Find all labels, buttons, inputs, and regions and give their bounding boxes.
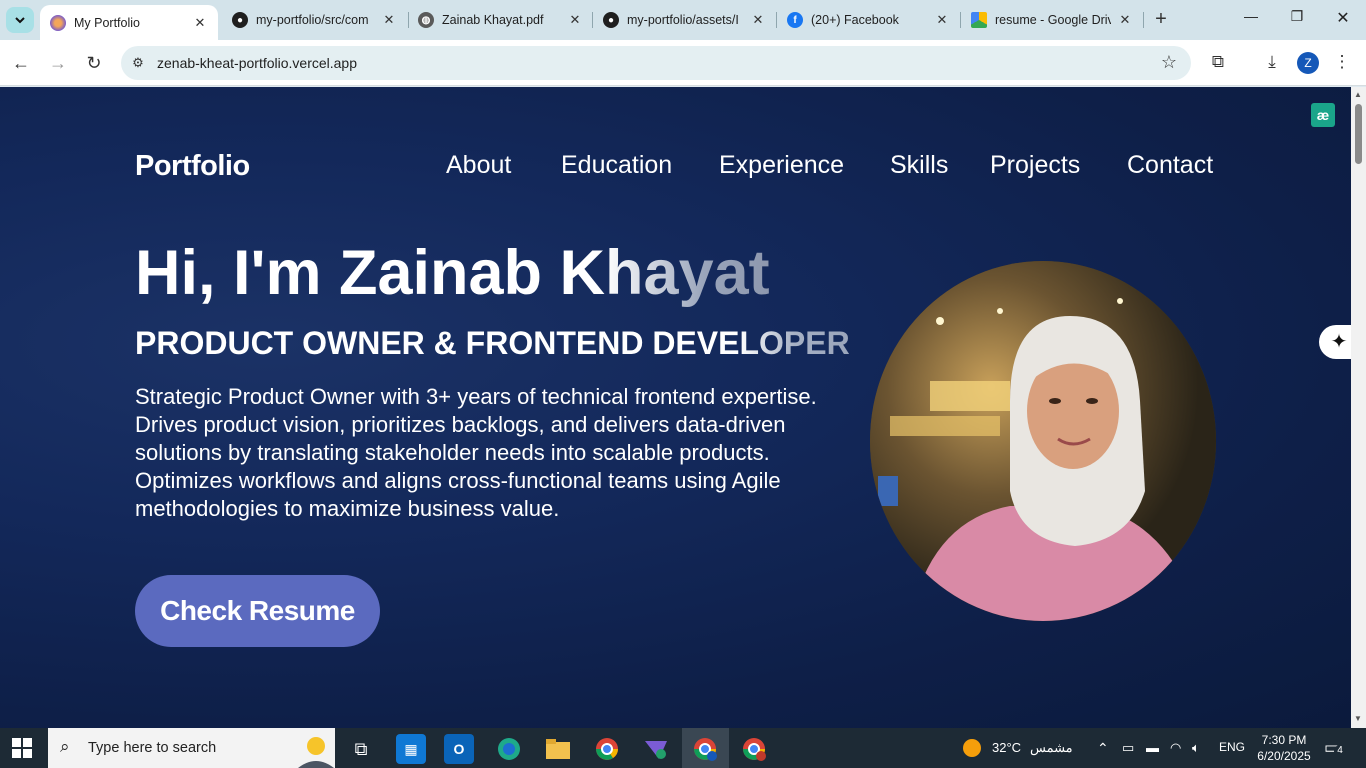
tab-search-button[interactable]	[6, 7, 34, 33]
battery-icon[interactable]: ▬	[1146, 740, 1159, 755]
clock-date: 6/20/2025	[1257, 749, 1311, 763]
hero-bio: Strategic Product Owner with 3+ years of…	[135, 384, 817, 521]
hero-headline: Hi, I'm Zainab Khayat	[135, 237, 770, 309]
url-text[interactable]: zenab-kheat-portfolio.vercel.app	[157, 55, 357, 71]
scroll-up-icon[interactable]: ▲	[1354, 90, 1362, 99]
chevron-up-icon[interactable]: ⌃	[1097, 740, 1109, 757]
new-tab-button[interactable]: +	[1151, 8, 1171, 30]
close-icon[interactable]: ✕	[381, 12, 397, 28]
ai-assistant-button[interactable]: ✦	[1319, 325, 1351, 359]
role-fade-text: LOPER	[739, 325, 850, 361]
extensions-icon[interactable]: ⧉	[1207, 52, 1229, 72]
edge-icon[interactable]	[494, 734, 524, 764]
download-icon[interactable]: ⤓	[1261, 52, 1283, 72]
tab-divider	[1143, 12, 1144, 28]
tab-facebook[interactable]: f (20+) Facebook ✕	[777, 5, 960, 35]
back-button[interactable]: ←	[10, 52, 32, 74]
profile-avatar[interactable]: Z	[1297, 52, 1319, 74]
tab-title: My Portfolio	[74, 15, 140, 30]
taskbar-search[interactable]: ⌕ Type here to search	[48, 728, 335, 768]
tab-github-assets[interactable]: ● my-portfolio/assets/I ✕	[593, 5, 776, 35]
windows-taskbar: ⌕ Type here to search ⧉ ▦ O 32°C مشمس ⌃ …	[0, 728, 1366, 768]
nav-projects[interactable]: Projects	[990, 151, 1080, 180]
google-drive-icon	[971, 12, 987, 28]
tab-github-src[interactable]: ● my-portfolio/src/com ✕	[222, 5, 407, 35]
github-icon: ●	[603, 12, 619, 28]
volume-icon[interactable]: 🔈︎	[1192, 740, 1200, 756]
tab-strip: My Portfolio ✕ ● my-portfolio/src/com ✕ …	[0, 0, 1366, 40]
search-placeholder: Type here to search	[88, 740, 217, 756]
chrome-profile-icon[interactable]	[690, 734, 720, 764]
site-info-icon[interactable]: ⚙	[129, 54, 147, 72]
address-bar[interactable]: ⚙ zenab-kheat-portfolio.vercel.app ☆	[121, 46, 1191, 80]
nav-about[interactable]: About	[446, 151, 511, 180]
tab-title: my-portfolio/assets/I	[627, 13, 739, 27]
close-icon[interactable]: ✕	[934, 12, 950, 28]
notification-count: 4	[1334, 745, 1346, 757]
weather-desc[interactable]: مشمس	[1030, 740, 1073, 756]
tab-title: resume - Google Driv	[995, 13, 1111, 27]
tab-title: my-portfolio/src/com	[256, 13, 369, 27]
close-icon[interactable]: ✕	[1117, 12, 1133, 28]
scroll-down-icon[interactable]: ▼	[1354, 714, 1362, 723]
nav-education[interactable]: Education	[561, 151, 672, 180]
task-view-icon[interactable]: ⧉	[346, 734, 376, 764]
chrome-profile-2-icon[interactable]	[739, 734, 769, 764]
tab-pdf[interactable]: ◍ Zainab Khayat.pdf ✕	[408, 5, 593, 35]
browser-toolbar: ← → ↻ ⚙ zenab-kheat-portfolio.vercel.app…	[0, 40, 1366, 86]
site-logo[interactable]: Portfolio	[135, 150, 250, 183]
tab-google-drive[interactable]: resume - Google Driv ✕	[961, 5, 1143, 35]
tab-title: (20+) Facebook	[811, 13, 899, 27]
tab-title: Zainab Khayat.pdf	[442, 13, 544, 27]
nav-experience[interactable]: Experience	[719, 151, 844, 180]
bookmark-star-icon[interactable]: ☆	[1161, 52, 1177, 73]
close-window-button[interactable]: ✕	[1328, 8, 1358, 28]
role-text: PRODUCT OWNER & FRONTEND DEVE	[135, 325, 740, 361]
windows-start-icon[interactable]	[12, 738, 32, 758]
minimize-button[interactable]: —	[1236, 8, 1266, 24]
hero-role: PRODUCT OWNER & FRONTEND DEVELOPER	[135, 325, 850, 362]
vpn-app-icon[interactable]	[641, 734, 671, 764]
close-icon[interactable]: ✕	[192, 15, 208, 31]
language-indicator[interactable]: ENG	[1219, 740, 1245, 754]
nav-skills[interactable]: Skills	[890, 151, 948, 180]
store-icon[interactable]: ▦	[396, 734, 426, 764]
weather-temp[interactable]: 32°C	[992, 740, 1021, 755]
outlook-icon[interactable]: O	[444, 734, 474, 764]
restore-button[interactable]: ❐	[1282, 8, 1312, 25]
headline-fade-text: hayat	[605, 238, 770, 308]
profile-photo	[870, 261, 1216, 621]
search-icon: ⌕	[60, 737, 70, 756]
menu-icon[interactable]: ⋮	[1331, 52, 1353, 72]
close-icon[interactable]: ✕	[750, 12, 766, 28]
portfolio-icon	[50, 14, 66, 31]
scrollbar-thumb[interactable]	[1355, 104, 1362, 164]
facebook-icon: f	[787, 12, 803, 28]
tab-my-portfolio[interactable]: My Portfolio ✕	[40, 5, 218, 40]
camera-icon[interactable]: ▭	[1122, 740, 1134, 756]
page-scrollbar[interactable]: ▲ ▼	[1351, 87, 1366, 728]
file-explorer-icon[interactable]	[543, 734, 573, 764]
wifi-icon[interactable]: ◠	[1170, 740, 1181, 756]
weather-sun-icon[interactable]	[962, 738, 982, 761]
globe-icon: ◍	[418, 12, 434, 28]
portfolio-page: æ Portfolio About Education Experience S…	[0, 87, 1351, 728]
headline-text: Hi, I'm Zainab K	[135, 238, 606, 308]
close-icon[interactable]: ✕	[567, 12, 583, 28]
github-icon: ●	[232, 12, 248, 28]
notification-center-icon[interactable]: ▭ 4	[1324, 738, 1346, 758]
reload-button[interactable]: ↻	[83, 52, 105, 74]
clock-time: 7:30 PM	[1261, 733, 1307, 747]
nav-contact[interactable]: Contact	[1127, 151, 1213, 180]
chrome-icon[interactable]	[592, 734, 622, 764]
extension-badge[interactable]: æ	[1311, 103, 1335, 127]
chevron-down-icon	[15, 17, 25, 24]
system-clock[interactable]: 7:30 PM 6/20/2025	[1252, 732, 1316, 764]
check-resume-button[interactable]: Check Resume	[135, 575, 380, 647]
search-highlight-icon	[298, 737, 334, 768]
forward-button[interactable]: →	[47, 52, 69, 74]
